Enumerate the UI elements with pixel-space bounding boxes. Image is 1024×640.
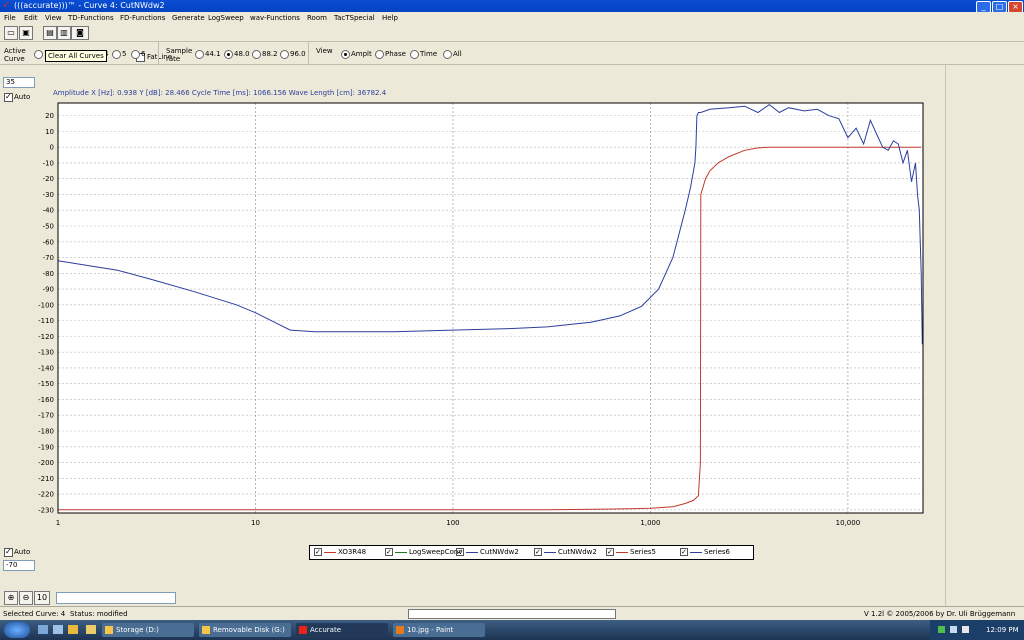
legend-item[interactable]: ✓ LogSweepConv <box>385 548 462 557</box>
legend-swatch <box>544 551 556 553</box>
legend-label: CutNWdw2 <box>480 548 519 556</box>
legend-item[interactable]: ✓ Series5 <box>606 548 656 557</box>
volume-icon[interactable] <box>950 626 957 633</box>
x-tick-label: 1 <box>56 519 60 527</box>
quicklaunch-ie-icon[interactable] <box>68 625 78 634</box>
task-paint[interactable]: 10.jpg - Paint <box>393 623 485 637</box>
y-tick-label: -10 <box>43 159 54 167</box>
y-tick-label: -190 <box>38 443 54 451</box>
taskbar: Storage (D:) Removable Disk (G:) Accurat… <box>0 620 1024 640</box>
legend-checkbox[interactable]: ✓ <box>534 548 542 556</box>
y-tick-label: -70 <box>43 254 54 262</box>
x-tick-labels: 1 10 100 1,000 10,000 <box>56 519 860 527</box>
legend-label: Series5 <box>630 548 656 556</box>
y-tick-label: -170 <box>38 412 54 420</box>
legend-checkbox[interactable]: ✓ <box>456 548 464 556</box>
quicklaunch-explorer-icon[interactable] <box>53 625 63 634</box>
legend-checkbox[interactable]: ✓ <box>680 548 688 556</box>
y-tick-label: -210 <box>38 475 54 483</box>
y-tick-label: -20 <box>43 175 54 183</box>
legend-swatch <box>616 551 628 553</box>
clock: 12:09 PM <box>986 626 1019 634</box>
legend-item[interactable]: ✓ Series6 <box>680 548 730 557</box>
y-tick-label: -30 <box>43 191 54 199</box>
y-tick-label: -60 <box>43 238 54 246</box>
y-tick-label: -140 <box>38 364 54 372</box>
x-tick-label: 1,000 <box>640 519 660 527</box>
task-removable-disk[interactable]: Removable Disk (G:) <box>199 623 291 637</box>
legend-swatch <box>324 551 336 553</box>
zoom-info-field <box>56 592 176 604</box>
selected-curve-status: Selected Curve: 4 <box>3 610 66 618</box>
start-orb-icon[interactable] <box>4 622 30 638</box>
quicklaunch-folder-icon[interactable] <box>86 625 96 634</box>
modified-status: Status: modified <box>70 610 128 618</box>
y-tick-label: -40 <box>43 207 54 215</box>
y-tick-label: 0 <box>50 144 54 152</box>
y-tick-label: -130 <box>38 349 54 357</box>
y-tick-label: -100 <box>38 301 54 309</box>
task-accurate[interactable]: Accurate <box>296 623 388 637</box>
x-tick-label: 10,000 <box>836 519 861 527</box>
y-tick-label: -80 <box>43 270 54 278</box>
y-tick-label: -90 <box>43 286 54 294</box>
legend-label: XO3R48 <box>338 548 367 556</box>
legend-item[interactable]: ✓ XO3R48 <box>314 548 366 557</box>
task-storage[interactable]: Storage (D:) <box>102 623 194 637</box>
x-tick-label: 100 <box>446 519 459 527</box>
y-tick-label: 20 <box>45 112 54 120</box>
folder-icon <box>202 626 210 634</box>
y-tick-label: -230 <box>38 506 54 514</box>
paint-icon <box>396 626 404 634</box>
y-tick-label: -50 <box>43 223 54 231</box>
version-info: V 1.2l © 2005/2006 by Dr. Uli Brüggemann <box>864 610 1016 618</box>
plot-area[interactable] <box>58 103 923 513</box>
zoom-in-icon[interactable]: ⊕ <box>4 591 18 605</box>
legend: ✓ XO3R48 ✓ LogSweepConv ✓ CutNWdw2 ✓ CutNWdw2 ✓ S… <box>309 545 754 560</box>
legend-item[interactable]: ✓ CutNWdw2 <box>456 548 519 557</box>
legend-label: LogSweepConv <box>409 548 463 556</box>
legend-checkbox[interactable]: ✓ <box>314 548 322 556</box>
legend-checkbox[interactable]: ✓ <box>385 548 393 556</box>
zoom-out-icon[interactable]: ⊖ <box>19 591 33 605</box>
folder-icon <box>105 626 113 634</box>
legend-checkbox[interactable]: ✓ <box>606 548 614 556</box>
legend-label: Series6 <box>704 548 730 556</box>
y-tick-label: -180 <box>38 428 54 436</box>
y-tick-label: -220 <box>38 491 54 499</box>
network-icon[interactable] <box>938 626 945 633</box>
amplitude-chart[interactable]: 20100-10-20-30-40-50-60-70-80-90-100-110… <box>0 0 1024 640</box>
legend-label: CutNWdw2 <box>558 548 597 556</box>
y-tick-label: -160 <box>38 396 54 404</box>
y-tick-label: -120 <box>38 333 54 341</box>
y-tick-label: -200 <box>38 459 54 467</box>
progress-bar <box>408 609 616 619</box>
y-tick-labels: 20 10 0 -10 -20 -30 -40 -50 -60 -70 -80 -90 -100 -110… <box>38 112 54 514</box>
legend-swatch <box>466 551 478 553</box>
zoom-10-button[interactable]: 10 <box>34 591 50 605</box>
quicklaunch-desktop-icon[interactable] <box>38 625 48 634</box>
legend-swatch <box>690 551 702 553</box>
status-bar: Selected Curve: 4 Status: modified V 1.2… <box>0 606 1024 620</box>
x-tick-label: 10 <box>251 519 260 527</box>
y-tick-label: -150 <box>38 380 54 388</box>
app-checkmark-icon <box>299 626 307 634</box>
legend-item[interactable]: ✓ CutNWdw2 <box>534 548 597 557</box>
tray-icon[interactable] <box>962 626 969 633</box>
legend-swatch <box>395 551 407 553</box>
y-tick-label: 10 <box>45 128 54 136</box>
y-tick-label: -110 <box>38 317 54 325</box>
